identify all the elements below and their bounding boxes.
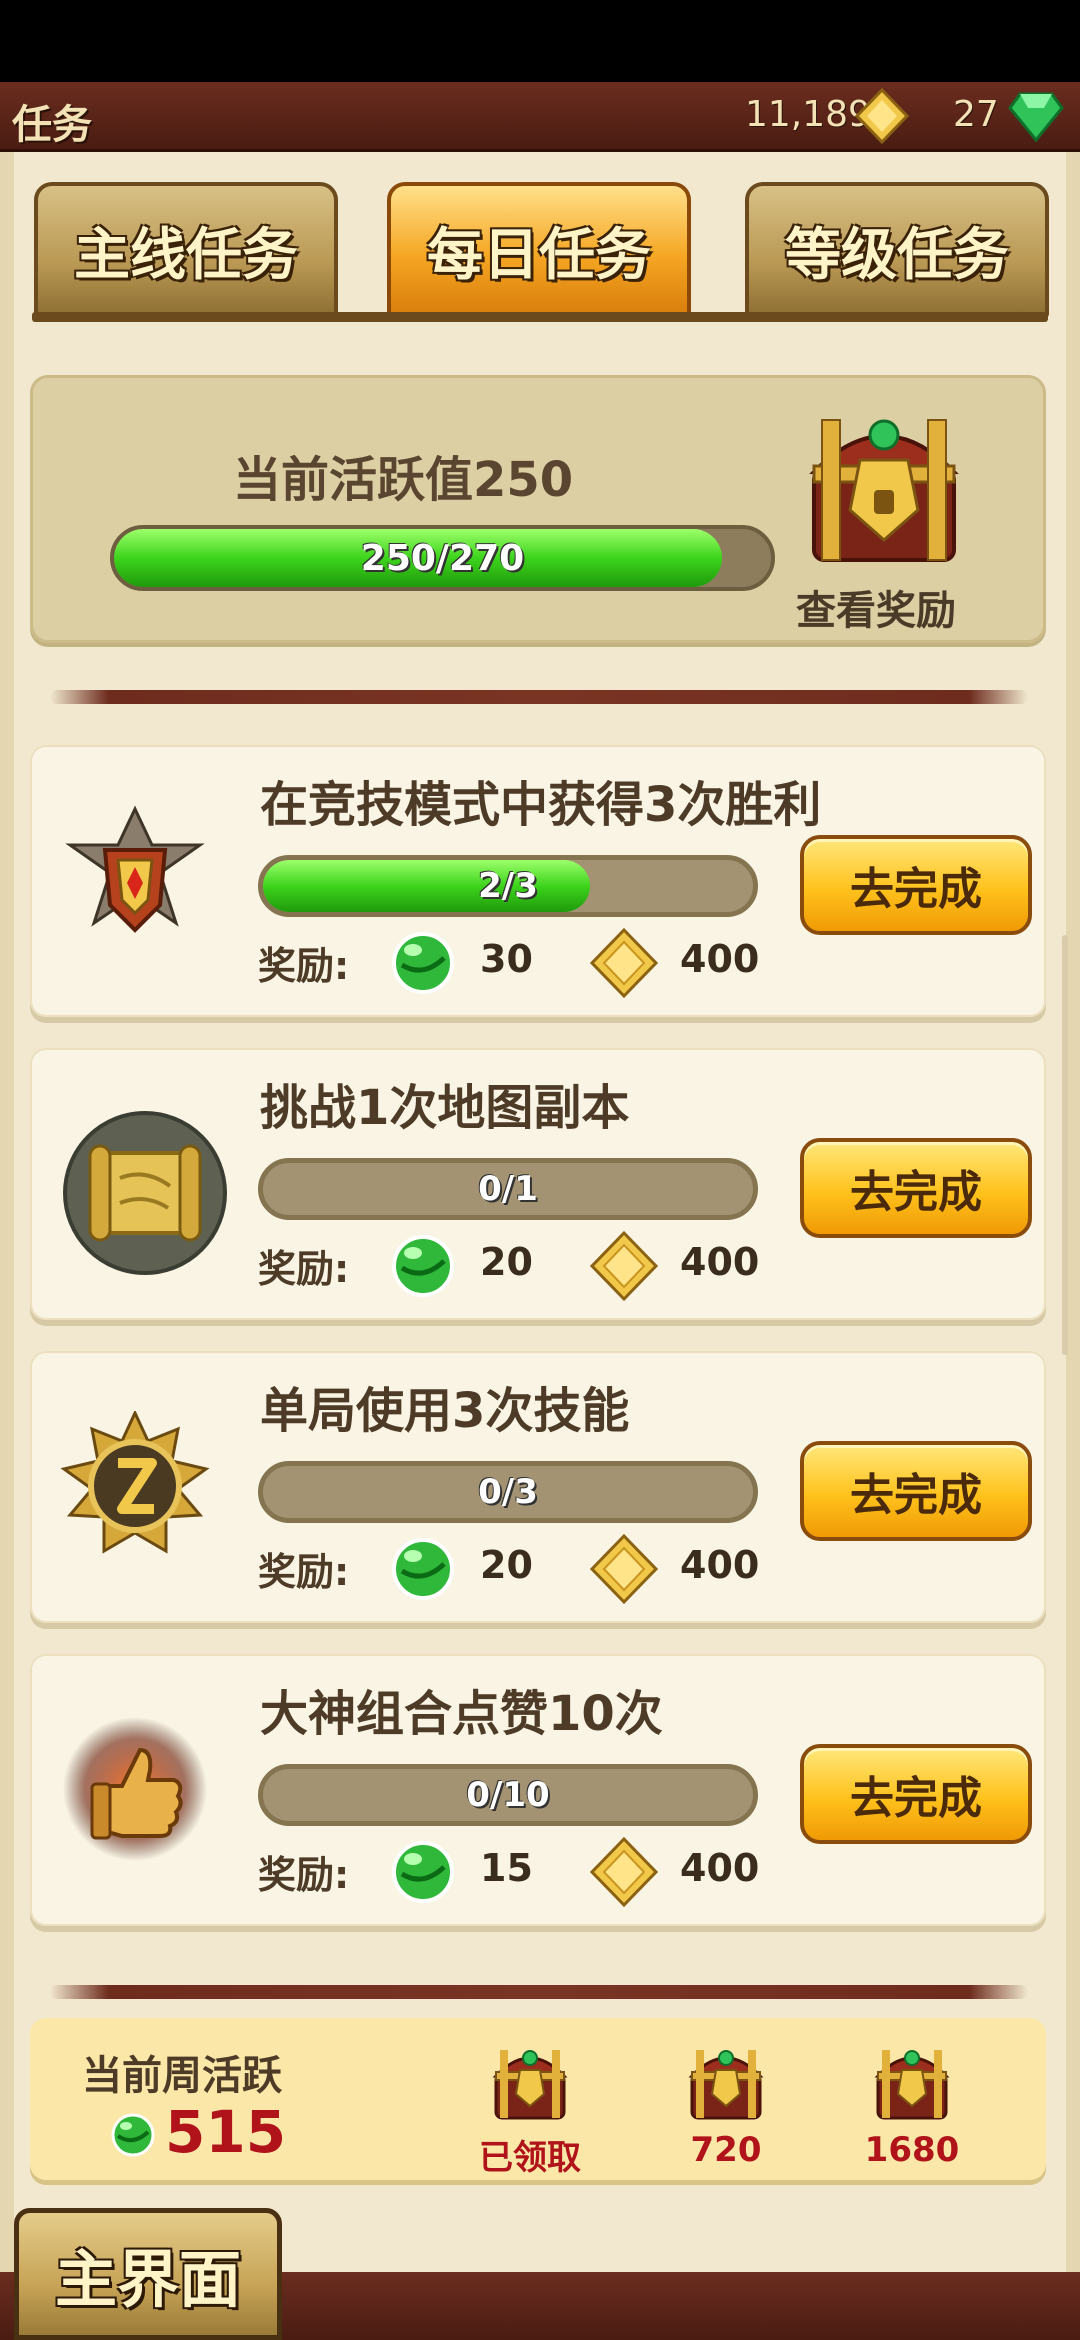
- task-progress-label: 0/10: [466, 1775, 550, 1815]
- weekly-activity-title: 当前周活跃: [82, 2053, 282, 2099]
- shield-emblem-icon: [60, 805, 210, 959]
- go-complete-button[interactable]: 去完成: [800, 835, 1032, 935]
- skill-emblem-icon: [60, 1409, 210, 1565]
- weekly-chest-label: 720: [690, 2130, 762, 2170]
- activity-progress-label: 250/270: [360, 537, 525, 579]
- reward-label: 奖励:: [258, 1247, 350, 1291]
- status-bar-area: [0, 0, 1080, 82]
- reward-orb-value: 30: [480, 937, 533, 981]
- main-menu-button[interactable]: 主界面: [14, 2208, 282, 2340]
- reward-gold-value: 400: [680, 937, 760, 981]
- tab-daily-quests[interactable]: 每日任务: [387, 182, 691, 318]
- weekly-chest-icon[interactable]: [872, 2040, 952, 2126]
- task-title: 大神组合点赞10次: [260, 1686, 663, 1742]
- task-progress-bar: 2/3: [258, 855, 758, 917]
- task-progress-bar: 0/1: [258, 1158, 758, 1220]
- task-progress-bar: 0/3: [258, 1461, 758, 1523]
- go-complete-button[interactable]: 去完成: [800, 1138, 1032, 1238]
- activity-title: 当前活跃值250: [233, 452, 574, 508]
- weekly-chest-label: 已领取: [479, 2138, 581, 2178]
- tab-underline: [32, 312, 1048, 322]
- task-progress-label: 0/1: [478, 1169, 538, 1209]
- view-reward-link[interactable]: 查看奖励: [796, 578, 956, 636]
- treasure-chest-icon[interactable]: [800, 400, 968, 570]
- reward-gold-value: 400: [680, 1846, 760, 1890]
- go-complete-button[interactable]: 去完成: [800, 1441, 1032, 1541]
- thumbs-up-icon: [60, 1714, 210, 1868]
- gold-diamond-icon: [589, 1533, 659, 1608]
- weekly-chest-icon[interactable]: [490, 2040, 570, 2126]
- task-progress-label: 2/3: [478, 866, 538, 906]
- tab-main-quests[interactable]: 主线任务: [34, 182, 338, 318]
- reward-gold-value: 400: [680, 1240, 760, 1284]
- green-orb-icon: [390, 1536, 456, 1606]
- reward-orb-value: 15: [480, 1846, 533, 1890]
- task-progress-label: 0/3: [478, 1472, 538, 1512]
- task-card: 大神组合点赞10次 0/10 奖励: 15 400 去完成: [30, 1654, 1046, 1926]
- section-divider: [50, 690, 1028, 704]
- reward-gold-value: 400: [680, 1543, 760, 1587]
- green-orb-icon: [390, 1839, 456, 1909]
- task-card: 单局使用3次技能 0/3 奖励: 20 400 去完成: [30, 1351, 1046, 1623]
- gold-count: 11,189: [745, 94, 871, 135]
- green-orb-icon: [390, 930, 456, 1000]
- weekly-activity-value: 515: [165, 2098, 287, 2166]
- reward-orb-value: 20: [480, 1240, 533, 1284]
- task-card: 在竞技模式中获得3次胜利 2/3 奖励: 30 400 去完成: [30, 745, 1046, 1017]
- tab-level-quests[interactable]: 等级任务: [745, 182, 1049, 318]
- emerald-gem-icon: [1008, 92, 1064, 143]
- scrollbar[interactable]: [1062, 935, 1068, 1355]
- task-card: 挑战1次地图副本 0/1 奖励: 20 400 去完成: [30, 1048, 1046, 1320]
- gold-diamond-icon: [589, 1836, 659, 1911]
- task-title: 单局使用3次技能: [260, 1383, 630, 1439]
- activity-progress-bar: 250/270: [110, 525, 775, 591]
- gold-diamond-icon: [855, 88, 909, 144]
- reward-label: 奖励:: [258, 944, 350, 988]
- map-scroll-icon: [60, 1108, 230, 1282]
- task-progress-bar: 0/10: [258, 1764, 758, 1826]
- section-divider: [50, 1985, 1028, 1999]
- reward-label: 奖励:: [258, 1550, 350, 1594]
- gold-diamond-icon: [589, 927, 659, 1002]
- green-orb-icon: [111, 2113, 155, 2157]
- gem-count: 27: [953, 94, 999, 135]
- header-bar: 任务 11,189 27: [0, 82, 1080, 152]
- task-title: 挑战1次地图副本: [260, 1080, 630, 1136]
- reward-label: 奖励:: [258, 1853, 350, 1897]
- gold-diamond-icon: [589, 1230, 659, 1305]
- weekly-chest-icon[interactable]: [686, 2040, 766, 2126]
- go-complete-button[interactable]: 去完成: [800, 1744, 1032, 1844]
- weekly-chest-label: 1680: [864, 2130, 960, 2170]
- reward-orb-value: 20: [480, 1543, 533, 1587]
- green-orb-icon: [390, 1233, 456, 1303]
- task-title: 在竞技模式中获得3次胜利: [260, 777, 822, 833]
- page-title: 任务: [12, 102, 92, 148]
